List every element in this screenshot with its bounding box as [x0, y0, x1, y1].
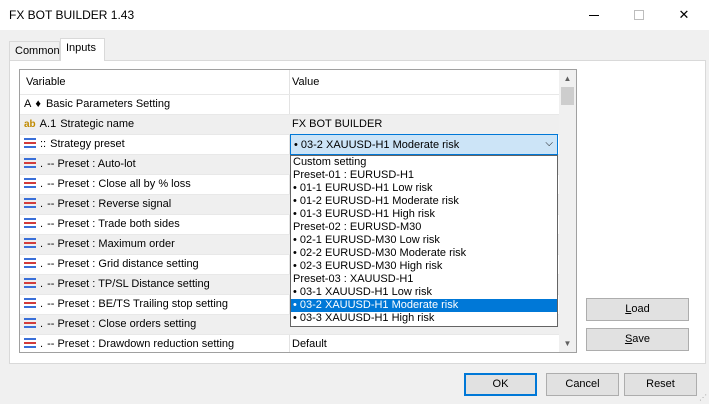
resize-grip-icon[interactable]: ⋰: [699, 393, 707, 402]
column-header-value[interactable]: Value: [292, 76, 319, 88]
grid-scrollbar[interactable]: ▲ ▼: [559, 70, 576, 352]
list-icon: [24, 198, 36, 208]
variable-name: -- Preset : Reverse signal: [47, 198, 172, 210]
scroll-thumb[interactable]: [561, 87, 574, 105]
variable-cell: :: Strategy preset: [24, 138, 125, 150]
cancel-button[interactable]: Cancel: [546, 373, 619, 396]
variable-prefix: .: [40, 338, 44, 350]
scroll-down-icon[interactable]: ▼: [559, 335, 576, 352]
preset-option[interactable]: • 01-1 EURUSD-H1 Low risk: [291, 182, 557, 195]
variable-prefix: .: [40, 258, 44, 270]
variable-cell: . -- Preset : Reverse signal: [24, 198, 171, 210]
diamond-icon: ♦: [35, 98, 41, 110]
load-button[interactable]: Load: [586, 298, 689, 321]
variable-prefix: .: [40, 158, 44, 170]
preset-option[interactable]: • 01-3 EURUSD-H1 High risk: [291, 208, 557, 221]
table-row[interactable]: ab A.1 Strategic name FX BOT BUILDER: [20, 114, 559, 134]
strategy-preset-selected: • 03-2 XAUUSD-H1 Moderate risk: [294, 139, 460, 151]
variable-name: -- Preset : Grid distance setting: [47, 258, 199, 270]
list-icon: [24, 278, 36, 288]
preset-option[interactable]: Preset-03 : XAUUSD-H1: [291, 273, 557, 286]
variable-name: -- Preset : Close all by % loss: [47, 178, 191, 190]
preset-option[interactable]: • 03-2 XAUUSD-H1 Moderate risk: [291, 299, 557, 312]
close-icon: ✕: [678, 7, 690, 22]
list-icon: [24, 138, 36, 148]
variable-cell: . -- Preset : Trade both sides: [24, 218, 180, 230]
preset-option[interactable]: • 02-2 EURUSD-M30 Moderate risk: [291, 247, 557, 260]
list-icon: [24, 178, 36, 188]
preset-option[interactable]: • 01-2 EURUSD-H1 Moderate risk: [291, 195, 557, 208]
list-icon: [24, 158, 36, 168]
variable-prefix: .: [40, 178, 44, 190]
variable-prefix: .: [40, 238, 44, 250]
strategy-preset-combo[interactable]: • 03-2 XAUUSD-H1 Moderate risk ⌵: [290, 134, 558, 155]
title-bar: FX BOT BUILDER 1.43 ✕: [0, 0, 709, 30]
variable-name: -- Preset : Trade both sides: [47, 218, 180, 230]
variable-name: -- Preset : Drawdown reduction setting: [47, 338, 235, 350]
variable-cell: . -- Preset : Close all by % loss: [24, 178, 191, 190]
list-icon: [24, 338, 36, 348]
variable-cell: ab A.1 Strategic name: [24, 118, 134, 130]
table-row[interactable]: A ♦ Basic Parameters Setting: [20, 94, 559, 114]
variable-cell: . -- Preset : Close orders setting: [24, 318, 196, 330]
variable-name: -- Preset : BE/TS Trailing stop setting: [47, 298, 229, 310]
minimize-button[interactable]: [571, 0, 617, 30]
maximize-button[interactable]: [616, 0, 662, 30]
variable-name: Basic Parameters Setting: [45, 98, 171, 110]
strategy-preset-dropdown: Custom setting Preset-01 : EURUSD-H1 • 01-…: [290, 155, 558, 327]
variable-cell: A ♦ Basic Parameters Setting: [24, 98, 170, 110]
preset-option[interactable]: Preset-01 : EURUSD-H1: [291, 169, 557, 182]
ab-icon: ab: [24, 119, 36, 130]
variable-name: Strategy preset: [50, 138, 125, 150]
variable-name: -- Preset : Maximum order: [47, 238, 175, 250]
preset-option[interactable]: • 02-3 EURUSD-M30 High risk: [291, 260, 557, 273]
variable-prefix: .: [40, 218, 44, 230]
preset-option[interactable]: • 02-1 EURUSD-M30 Low risk: [291, 234, 557, 247]
list-icon: [24, 238, 36, 248]
save-button-label: ave: [632, 333, 651, 345]
variable-name: -- Preset : Close orders setting: [47, 318, 197, 330]
variable-cell: . -- Preset : BE/TS Trailing stop setting: [24, 298, 228, 310]
save-button[interactable]: Save: [586, 328, 689, 351]
variable-cell: . -- Preset : TP/SL Distance setting: [24, 278, 210, 290]
preset-option[interactable]: Custom setting: [291, 156, 557, 169]
variable-prefix: .: [40, 198, 44, 210]
preset-option[interactable]: Preset-02 : EURUSD-M30: [291, 221, 557, 234]
list-icon: [24, 258, 36, 268]
variable-prefix: A.1: [39, 118, 57, 130]
scroll-up-icon[interactable]: ▲: [559, 70, 576, 87]
tab-inputs[interactable]: Inputs: [60, 38, 105, 61]
chevron-down-icon[interactable]: ⌵: [545, 138, 553, 149]
load-button-label: oad: [631, 303, 650, 315]
preset-option[interactable]: • 03-3 XAUUSD-H1 High risk: [291, 312, 557, 325]
minimize-icon: [589, 15, 599, 16]
variable-cell: . -- Preset : Auto-lot: [24, 158, 136, 170]
variable-cell: . -- Preset : Drawdown reduction setting: [24, 338, 234, 350]
list-icon: [24, 318, 36, 328]
variable-cell: . -- Preset : Maximum order: [24, 238, 175, 250]
variable-prefix: ::: [40, 138, 47, 150]
variable-cell: . -- Preset : Grid distance setting: [24, 258, 199, 270]
list-icon: [24, 218, 36, 228]
variable-name: Strategic name: [60, 118, 135, 130]
variable-prefix: .: [40, 278, 44, 290]
value-cell[interactable]: FX BOT BUILDER: [292, 118, 382, 130]
reset-button[interactable]: Reset: [624, 373, 697, 396]
variable-prefix: .: [40, 298, 44, 310]
variable-name: -- Preset : Auto-lot: [47, 158, 136, 170]
column-header-variable[interactable]: Variable: [26, 76, 66, 88]
variable-prefix: .: [40, 318, 44, 330]
value-cell[interactable]: Default: [292, 338, 327, 350]
window-title: FX BOT BUILDER 1.43: [9, 8, 135, 22]
variable-name: -- Preset : TP/SL Distance setting: [47, 278, 210, 290]
ok-button[interactable]: OK: [464, 373, 537, 396]
close-button[interactable]: ✕: [661, 0, 707, 30]
preset-option[interactable]: • 03-1 XAUUSD-H1 Low risk: [291, 286, 557, 299]
table-row[interactable]: . -- Preset : Drawdown reduction setting D…: [20, 334, 559, 352]
variable-prefix: A: [24, 98, 32, 110]
tab-common[interactable]: Common: [9, 41, 60, 60]
list-icon: [24, 298, 36, 308]
maximize-icon: [634, 10, 644, 20]
